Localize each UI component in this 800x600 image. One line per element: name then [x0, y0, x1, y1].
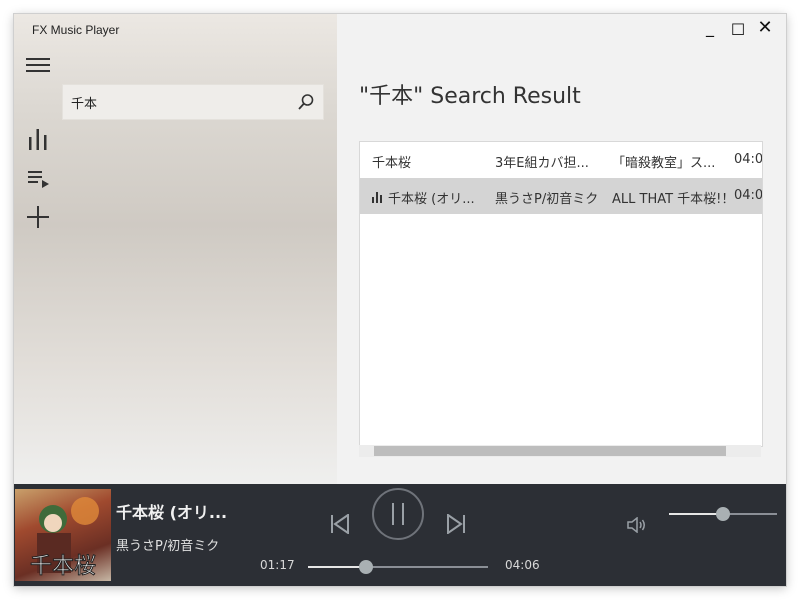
seek-thumb[interactable] — [358, 560, 373, 574]
app-title: FX Music Player — [32, 23, 120, 37]
app-window: FX Music Player 千本 _ ☐ ✕ "千本" Search Res… — [14, 14, 786, 586]
track-artist-cell: 3年E組カバ担... — [495, 156, 589, 171]
add-icon[interactable] — [27, 206, 49, 228]
volume-thumb[interactable] — [716, 507, 730, 521]
previous-track-icon[interactable] — [329, 513, 351, 535]
pause-icon — [392, 503, 404, 525]
now-playing-title: 千本桜 (オリ... — [116, 503, 228, 522]
volume-fill — [669, 513, 723, 515]
sidebar: FX Music Player — [14, 14, 337, 484]
search-input[interactable] — [71, 92, 291, 112]
seek-fill — [308, 566, 366, 568]
now-playing-artist: 黒うさP/初音ミク — [116, 539, 220, 554]
track-title-cell: 千本桜 — [372, 156, 412, 171]
search-results-list[interactable]: 千本桜 3年E組カバ担... 「暗殺教室」ス... 04:04 千本桜 (オリ.… — [359, 141, 763, 447]
track-title-cell: 千本桜 (オリ... — [388, 192, 475, 207]
track-album-cell: ALL THAT 千本桜!！ — [612, 192, 730, 207]
seek-slider[interactable] — [308, 560, 488, 574]
minimize-button[interactable]: _ — [697, 18, 723, 37]
now-playing-icon — [372, 192, 382, 207]
equalizer-icon[interactable] — [28, 128, 48, 150]
search-box[interactable] — [62, 84, 324, 120]
track-album-cell: 「暗殺教室」ス... — [612, 156, 716, 171]
player-bar: 千本桜 千本桜 (オリ... 黒うさP/初音ミク 01:17 04:06 — [14, 484, 786, 586]
search-icon[interactable] — [297, 93, 315, 111]
close-button[interactable]: ✕ — [752, 17, 778, 38]
playlist-queue-icon[interactable] — [28, 170, 50, 190]
horizontal-scrollbar[interactable] — [359, 445, 761, 457]
total-time: 04:06 — [505, 558, 540, 572]
hamburger-icon[interactable] — [26, 58, 50, 72]
main-content: _ ☐ ✕ "千本" Search Result 千本桜 3年E組カバ担... … — [337, 14, 786, 484]
track-duration-cell: 04:06 — [734, 188, 763, 203]
maximize-button[interactable]: ☐ — [725, 20, 751, 39]
track-title-wrap: 千本桜 (オリ... — [372, 188, 480, 207]
volume-slider[interactable] — [669, 507, 777, 521]
volume-icon[interactable] — [627, 516, 647, 534]
next-track-icon[interactable] — [445, 513, 467, 535]
track-artist-cell: 黒うさP/初音ミク — [495, 192, 599, 207]
pause-button[interactable] — [372, 488, 424, 540]
current-time: 01:17 — [260, 558, 295, 572]
track-duration-cell: 04:04 — [734, 152, 763, 167]
scrollbar-thumb[interactable] — [374, 446, 726, 456]
album-art-title: 千本桜 — [30, 554, 96, 579]
album-art: 千本桜 — [15, 489, 111, 581]
page-title: "千本" Search Result — [359, 84, 581, 109]
list-item-selected[interactable]: 千本桜 (オリ... 黒うさP/初音ミク ALL THAT 千本桜!！ 04:0… — [360, 178, 762, 214]
list-item[interactable]: 千本桜 3年E組カバ担... 「暗殺教室」ス... 04:04 — [360, 142, 762, 178]
